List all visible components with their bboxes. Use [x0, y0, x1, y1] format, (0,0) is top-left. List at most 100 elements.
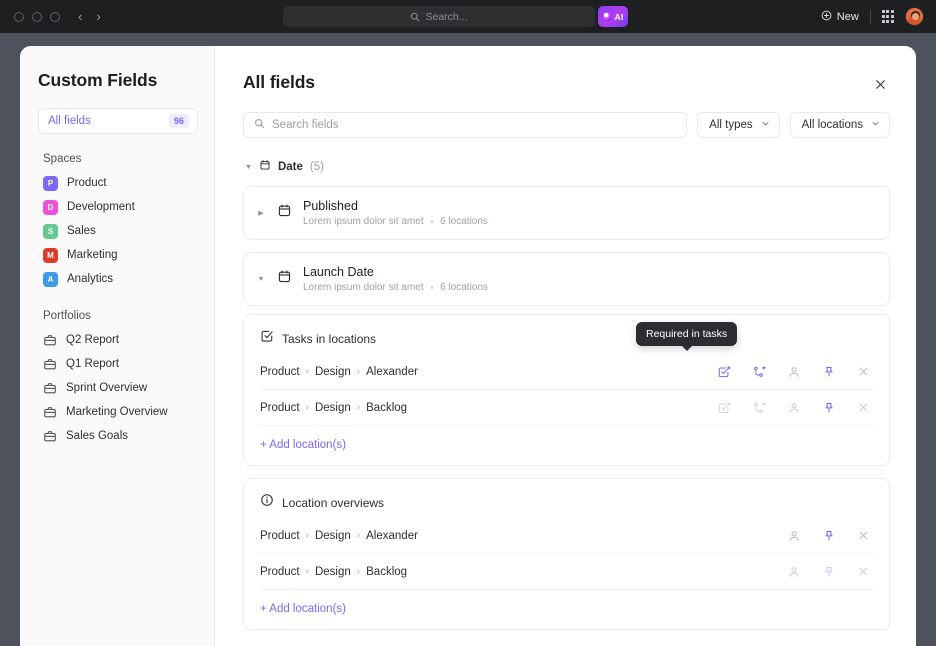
portfolios-heading: Portfolios — [43, 310, 91, 322]
meta-separator — [430, 286, 434, 289]
location-row[interactable]: Product › Design › Backlog — [260, 554, 873, 590]
sidebar-item-all-fields[interactable]: All fields 96 — [38, 108, 198, 134]
remove-icon[interactable] — [856, 400, 871, 415]
breadcrumb-part: Design — [314, 401, 351, 414]
required-in-subtasks-icon[interactable] — [751, 364, 766, 379]
panel-header: Tasks in locations — [260, 329, 873, 348]
sidebar-item-marketing-overview[interactable]: Marketing Overview — [38, 400, 198, 424]
sidebar-item-development[interactable]: D Development — [38, 195, 198, 219]
all-locations-label: All locations — [801, 119, 863, 131]
sidebar-item-q2-report[interactable]: Q2 Report — [38, 328, 198, 352]
field-group-label: Date — [277, 161, 303, 173]
add-locations-button[interactable]: + Add location(s) — [260, 439, 346, 451]
add-locations-button[interactable]: + Add location(s) — [260, 603, 346, 615]
pin-icon[interactable] — [821, 528, 836, 543]
avatar[interactable] — [905, 7, 924, 26]
briefcase-icon — [43, 357, 57, 371]
browser-nav: ‹ › — [78, 10, 101, 23]
global-search-bar[interactable]: Search... — [283, 6, 595, 27]
all-fields-count-badge: 96 — [168, 114, 189, 128]
chevron-down-icon[interactable]: ▼ — [245, 164, 252, 171]
row-actions — [716, 364, 873, 379]
person-icon[interactable] — [786, 528, 801, 543]
remove-icon[interactable] — [856, 564, 871, 579]
search-fields-input[interactable] — [272, 119, 677, 131]
sidebar-item-product[interactable]: P Product — [38, 171, 198, 195]
field-group-header-date[interactable]: ▼ Date (5) — [243, 158, 890, 176]
new-button[interactable]: New — [821, 10, 859, 24]
pin-icon[interactable] — [821, 564, 836, 579]
pin-icon[interactable] — [821, 400, 836, 415]
field-meta: Lorem ipsum dolor sit amet 6 locations — [303, 282, 875, 293]
close-window-button[interactable] — [14, 11, 24, 22]
sidebar-item-analytics[interactable]: A Analytics — [38, 267, 198, 291]
breadcrumb: Product › Design › Backlog — [260, 402, 407, 414]
sidebar-item-sales[interactable]: S Sales — [38, 219, 198, 243]
forward-arrow-icon[interactable]: › — [96, 10, 100, 23]
topbar-divider — [869, 9, 871, 24]
sidebar-item-label: Q1 Report — [66, 358, 120, 370]
location-row[interactable]: Product › Design › Alexander — [260, 518, 873, 554]
breadcrumb-separator: › — [305, 366, 309, 377]
app-window: Custom Fields All fields 96 Spaces P Pro… — [20, 46, 916, 646]
calendar-icon — [277, 269, 292, 289]
field-card-published[interactable]: ▶ Published Lorem ipsum dolor sit amet 6… — [243, 186, 890, 240]
field-name: Published — [303, 199, 358, 213]
close-icon[interactable] — [870, 74, 890, 94]
global-search-placeholder: Search... — [425, 10, 468, 23]
breadcrumb-separator: › — [305, 402, 309, 413]
back-arrow-icon[interactable]: ‹ — [78, 10, 82, 23]
required-in-tasks-icon[interactable] — [716, 364, 731, 379]
ai-button-label: AI — [614, 11, 624, 22]
sidebar-item-label: Marketing — [67, 249, 118, 261]
location-row[interactable]: Product › Design › Alexander — [260, 354, 873, 390]
row-actions — [786, 528, 873, 543]
breadcrumb: Product › Design › Alexander — [260, 530, 418, 542]
remove-icon[interactable] — [856, 364, 871, 379]
sidebar-item-marketing[interactable]: M Marketing — [38, 243, 198, 267]
maximize-window-button[interactable] — [50, 11, 60, 22]
new-button-label: New — [836, 10, 859, 23]
sidebar-item-q1-report[interactable]: Q1 Report — [38, 352, 198, 376]
apps-grid-icon[interactable] — [881, 10, 894, 23]
field-card-texts: Published Lorem ipsum dolor sit amet 6 l… — [303, 199, 875, 227]
field-name: Launch Date — [303, 265, 374, 279]
breadcrumb-part: Alexander — [366, 529, 418, 542]
field-card-launch-date[interactable]: ▼ Launch Date Lorem ipsum dolor sit amet… — [243, 252, 890, 306]
ai-button[interactable]: AI — [598, 6, 628, 27]
breadcrumb-part: Design — [314, 565, 351, 578]
all-types-dropdown[interactable]: All types — [697, 112, 780, 138]
person-icon[interactable] — [786, 364, 801, 379]
breadcrumb-part: Alexander — [366, 365, 418, 378]
chevron-down-icon[interactable]: ▼ — [256, 276, 266, 283]
required-in-subtasks-icon[interactable] — [751, 400, 766, 415]
page-title: All fields — [243, 72, 315, 92]
person-icon[interactable] — [786, 400, 801, 415]
breadcrumb-separator: › — [305, 566, 309, 577]
space-badge-product: P — [43, 175, 58, 191]
breadcrumb-part: Product — [260, 401, 300, 414]
traffic-lights — [14, 11, 60, 22]
remove-icon[interactable] — [856, 528, 871, 543]
breadcrumb-part: Product — [260, 565, 300, 578]
all-locations-dropdown[interactable]: All locations — [789, 112, 890, 138]
person-icon[interactable] — [786, 564, 801, 579]
required-in-tasks-icon[interactable] — [716, 400, 731, 415]
search-icon — [410, 12, 420, 22]
breadcrumb-separator: › — [356, 366, 361, 377]
tooltip-required-in-tasks: Required in tasks — [636, 322, 738, 351]
sidebar-item-label: Marketing Overview — [66, 406, 168, 418]
minimize-window-button[interactable] — [32, 11, 42, 22]
field-locations-count: 6 locations — [440, 282, 488, 293]
sidebar-item-sprint-overview[interactable]: Sprint Overview — [38, 376, 198, 400]
search-fields-wrapper[interactable] — [243, 112, 688, 138]
sidebar-item-sales-goals[interactable]: Sales Goals — [38, 424, 198, 448]
field-locations-count: 6 locations — [440, 216, 488, 227]
meta-separator — [430, 220, 434, 223]
sidebar-item-label: Q2 Report — [66, 334, 120, 346]
pin-icon[interactable] — [821, 364, 836, 379]
chevron-right-icon[interactable]: ▶ — [256, 209, 266, 217]
breadcrumb: Product › Design › Backlog — [260, 566, 407, 578]
sidebar-section-spaces: Spaces P Product D Development S Sales M… — [38, 153, 198, 291]
location-row[interactable]: Product › Design › Backlog — [260, 390, 873, 426]
